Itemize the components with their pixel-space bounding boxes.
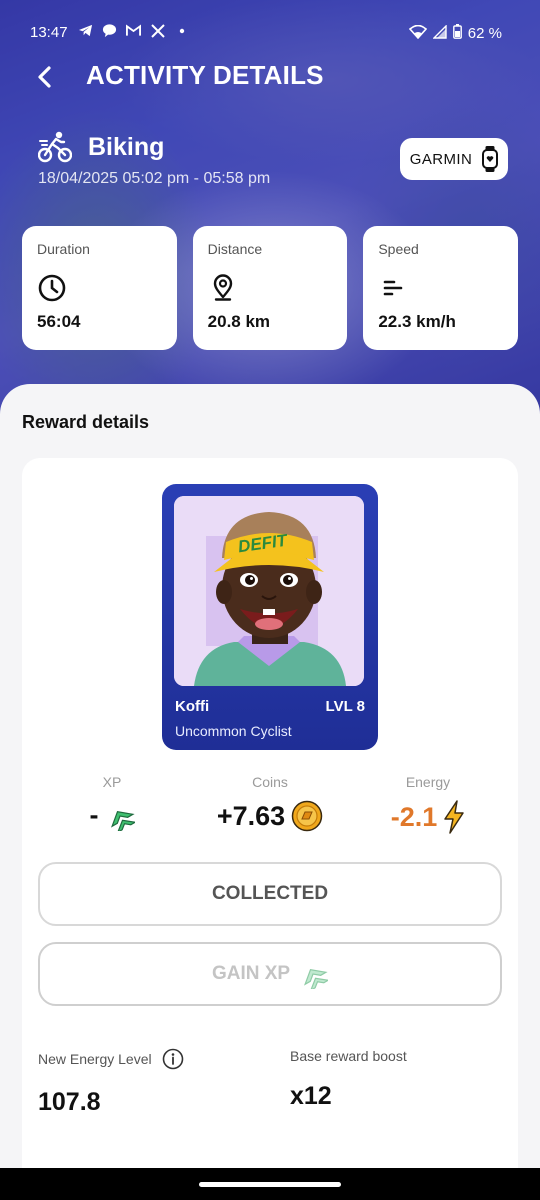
distance-value: 20.8 km [207,312,271,331]
xp-value-row: - [32,800,192,831]
rewards-summary: XP - Coins +7.63 Energy -2.1 [22,774,518,844]
details-sheet: Reward details DEFIT Koffi LVL 8 Uncommo… [0,384,540,1168]
speed-label: Speed [378,241,419,257]
character-card[interactable]: DEFIT Koffi LVL 8 Uncommon Cyclist [162,484,378,750]
character-name: Koffi [175,698,210,715]
base-reward-boost: Base reward boost x12 [290,1048,407,1111]
collected-button[interactable]: COLLECTED [38,862,502,926]
gain-xp-label: GAIN XP [211,963,291,984]
biking-icon [38,131,72,163]
duration-label: Duration [37,241,90,257]
screen: 13:47 62 % ACTIVITY DETAILS Biking 18/04… [0,0,540,1168]
telegram-icon [78,23,93,38]
gmail-icon [126,23,141,38]
boost-value: x12 [290,1082,332,1110]
system-navigation-bar [0,1168,540,1200]
more-dot-icon [174,23,189,38]
battery-icon [452,24,462,43]
coins-value-row: +7.63 [190,800,350,832]
new-energy-label: New Energy Level [38,1051,152,1067]
character-level: LVL 8 [325,698,365,715]
distance-card: Distance 20.8 km [192,226,348,350]
character-avatar-image [174,496,364,686]
xp-value: - [89,800,99,830]
new-energy-level: New Energy Level 107.8 [38,1048,184,1117]
location-pin-icon [213,274,232,301]
xp-reward: XP - [32,774,192,831]
boost-label: Base reward boost [290,1048,407,1064]
xp-arrows-icon [304,968,329,989]
coins-value: +7.63 [216,800,286,831]
duration-card: Duration 56:04 [22,226,177,350]
system-status: 62 % [408,23,502,43]
home-indicator[interactable] [199,1182,341,1187]
signal-icon [432,23,447,43]
coins-label: Coins [252,774,288,790]
battery-percent: 62 % [467,25,502,42]
energy-value-row: -2.1 [348,800,508,834]
coins-reward: Coins +7.63 [190,774,350,832]
activity-name: Biking [88,132,165,161]
status-time: 13:47 [30,24,68,41]
energy-value: -2.1 [390,801,438,832]
gain-xp-button[interactable]: GAIN XP [38,942,502,1006]
xp-arrows-icon [110,810,135,831]
activity-header: Biking [38,130,164,164]
garmin-label: GARMIN [409,150,473,168]
reward-section-title: Reward details [22,412,150,432]
reward-card: DEFIT Koffi LVL 8 Uncommon Cyclist XP - [22,458,518,1168]
clock-icon [38,274,66,302]
garmin-source-button[interactable]: GARMIN [400,138,508,180]
character-portrait: DEFIT [174,496,364,686]
back-button[interactable] [28,60,62,94]
distance-label: Distance [207,241,263,257]
page-title: ACTIVITY DETAILS [86,60,324,90]
lightning-icon [444,800,465,834]
coin-icon [291,800,323,832]
character-class: Uncommon Cyclist [175,723,292,739]
chevron-left-icon [38,66,51,88]
notification-icons [78,23,189,38]
new-energy-value: 107.8 [38,1088,101,1116]
info-icon[interactable] [162,1048,184,1070]
duration-value: 56:04 [37,312,81,331]
collected-label: COLLECTED [211,883,329,904]
top-app-bar: ACTIVITY DETAILS [0,52,540,100]
chat-icon [102,23,117,38]
smartwatch-icon [482,146,499,172]
speed-value: 22.3 km/h [378,312,456,331]
energy-label: Energy [405,774,451,790]
energy-reward: Energy -2.1 [348,774,508,834]
xp-label: XP [102,774,122,790]
activity-stats: Duration 56:04 Distance 20.8 km Speed 22… [22,226,519,350]
wifi-icon [408,24,427,43]
speed-lines-icon [384,280,403,296]
speed-card: Speed 22.3 km/h [363,226,519,350]
x-icon [150,23,165,38]
activity-date-range: 18/04/2025 05:02 pm - 05:58 pm [38,170,271,187]
new-energy-label-row: New Energy Level [38,1048,184,1070]
